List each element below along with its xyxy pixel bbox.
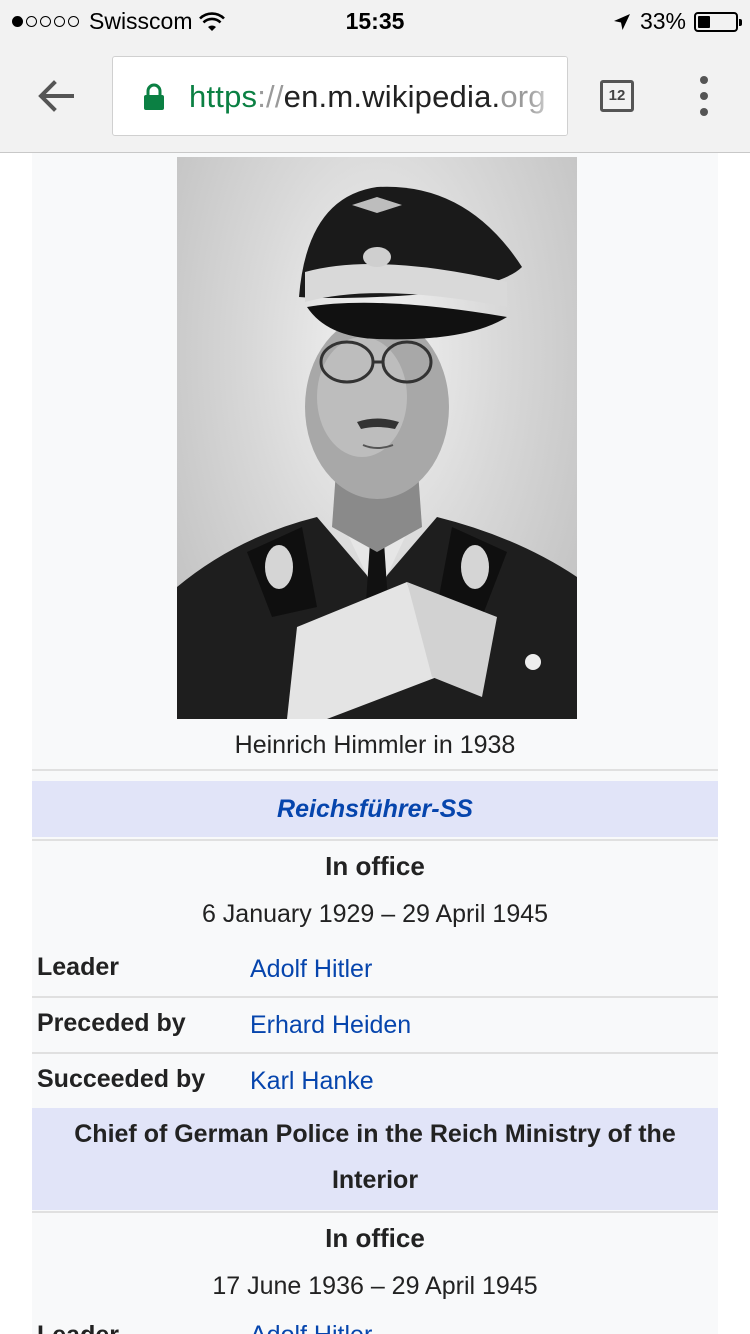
status-bar: Swisscom 15:35 33% (0, 0, 750, 40)
portrait-illustration (177, 186, 577, 719)
divider (32, 769, 718, 771)
overflow-menu-icon[interactable] (694, 76, 714, 116)
row-value-leader-link[interactable]: Adolf Hitler (250, 955, 372, 984)
section-header-chief-of-german-police: Chief of German Police in the Reich Mini… (32, 1108, 718, 1210)
row-label-leader: Leader (37, 953, 119, 981)
section-header-line-1: Chief of German Police in the Reich Mini… (74, 1120, 676, 1148)
image-caption: Heinrich Himmler in 1938 (234, 731, 516, 759)
row-value-leader-link[interactable]: Adolf Hitler (250, 1321, 372, 1334)
divider (32, 839, 718, 841)
divider (32, 1211, 718, 1213)
row-label-succeeded-by: Succeeded by (37, 1065, 206, 1093)
url-separator: :// (257, 79, 284, 114)
url-scheme: https (189, 79, 258, 114)
term-dates: 17 June 1936 – 29 April 1945 (212, 1272, 538, 1300)
in-office-label: In office (325, 851, 425, 881)
address-bar[interactable]: https://en.m.wikipedia.org (112, 56, 568, 136)
in-office-label: In office (325, 1223, 425, 1253)
term-dates: 6 January 1929 – 29 April 1945 (201, 900, 549, 928)
row-value-preceded-by-link[interactable]: Erhard Heiden (250, 1011, 411, 1040)
divider (32, 1052, 718, 1054)
back-arrow-icon[interactable] (34, 74, 78, 118)
url-host: en.m.wikipedia. (283, 79, 501, 114)
battery-icon (694, 11, 742, 32)
url-fade (527, 57, 567, 135)
divider (32, 996, 718, 998)
portrait-image[interactable] (177, 157, 577, 719)
row-value-succeeded-by-link[interactable]: Karl Hanke (250, 1067, 374, 1096)
section-header-line-2: Interior (331, 1166, 419, 1194)
article-page: Heinrich Himmler in 1938 Reichsführer-SS… (0, 153, 750, 1334)
section-header-reichsfuhrer-ss[interactable]: Reichsführer-SS (32, 781, 718, 837)
row-label-leader: Leader (37, 1321, 119, 1334)
battery-percent: 33% (639, 8, 686, 34)
row-label-preceded-by: Preceded by (37, 1009, 186, 1037)
tab-switcher-button[interactable]: 12 (600, 80, 634, 112)
location-arrow-icon (613, 13, 630, 30)
lock-icon (144, 83, 164, 110)
browser-toolbar: https://en.m.wikipedia.org 12 (0, 40, 750, 153)
status-right: 33% (612, 8, 742, 35)
infobox: Heinrich Himmler in 1938 Reichsführer-SS… (32, 153, 718, 1334)
url-text: https://en.m.wikipedia.org (189, 79, 546, 115)
battery-level (698, 15, 710, 28)
